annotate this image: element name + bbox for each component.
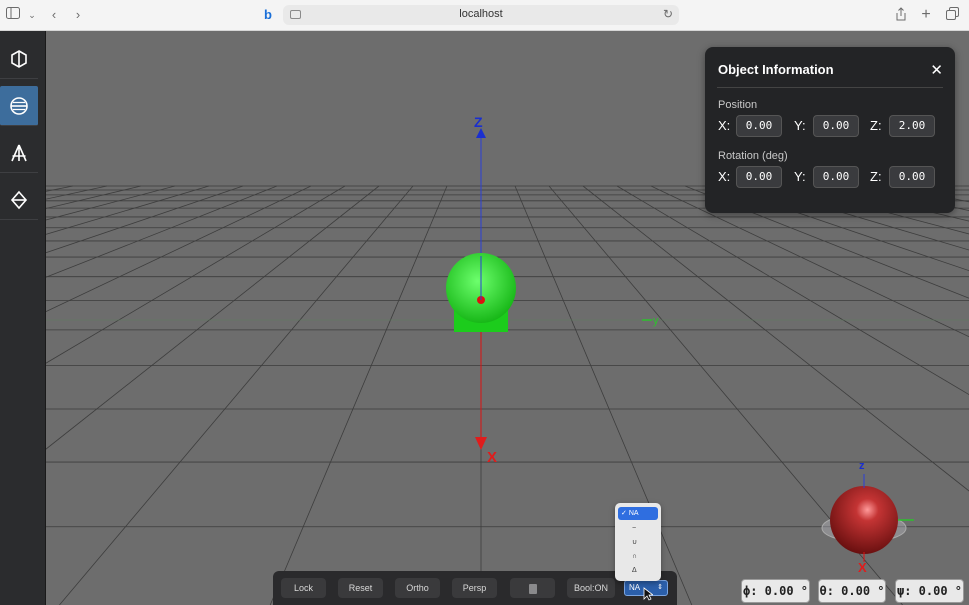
rotation-y-field[interactable]: 0.00 xyxy=(813,166,859,188)
add-cylinder-button[interactable] xyxy=(0,86,38,126)
position-y-label: Y: xyxy=(794,118,806,133)
bool-op-dropdown: ✓ NA − ∪ ∩ Δ xyxy=(615,503,661,581)
address-bar[interactable]: localhost ↻ xyxy=(283,5,679,25)
rotation-label: Rotation (deg) xyxy=(718,150,788,162)
orientation-gizmo xyxy=(821,474,914,562)
new-tab-icon[interactable]: + xyxy=(918,7,934,23)
add-octahedron-button[interactable] xyxy=(0,180,38,220)
reset-button[interactable]: Reset xyxy=(338,578,383,598)
updown-icon: ⇕ xyxy=(657,584,663,591)
rotation-x-label: X: xyxy=(718,169,731,184)
forward-icon[interactable]: › xyxy=(70,7,86,23)
bool-toggle-button[interactable]: Bool:ON xyxy=(567,578,615,598)
selected-object[interactable] xyxy=(446,253,516,332)
delete-button[interactable] xyxy=(510,578,555,598)
position-z-label: Z: xyxy=(870,118,882,133)
x-axis-label: X xyxy=(487,449,497,466)
y-axis-label: y xyxy=(653,315,659,327)
phi-readout: ϕ: 0.00 ° xyxy=(741,579,810,603)
chevron-down-icon[interactable]: ⌄ xyxy=(24,7,40,23)
rotation-x-field[interactable]: 0.00 xyxy=(736,166,782,188)
divider xyxy=(717,87,943,88)
check-icon: ✓ xyxy=(621,510,627,517)
persp-button[interactable]: Persp xyxy=(452,578,497,598)
cone-icon xyxy=(11,144,27,161)
option-label: NA xyxy=(628,510,639,517)
z-axis-label: Z xyxy=(474,114,483,130)
url-text: localhost xyxy=(459,8,503,20)
close-icon[interactable]: ✕ xyxy=(930,61,943,79)
shape-toolbar xyxy=(0,31,46,605)
add-cube-button[interactable] xyxy=(0,39,38,79)
ground-grid xyxy=(46,185,969,605)
gizmo-x-label: X xyxy=(858,560,867,575)
dropdown-option-difference[interactable]: Δ xyxy=(618,564,658,577)
share-icon[interactable] xyxy=(893,7,909,23)
position-x-field[interactable]: 0.00 xyxy=(736,115,782,137)
sidebar-toggle-icon[interactable] xyxy=(5,7,21,23)
cylinder-icon xyxy=(10,96,28,115)
dropdown-option-intersect[interactable]: ∩ xyxy=(618,550,658,563)
position-label: Position xyxy=(718,99,758,111)
rotation-y-label: Y: xyxy=(794,169,806,184)
object-info-panel: Object Information ✕ Position X: 0.00 Y:… xyxy=(705,47,955,213)
theta-readout: θ: 0.00 ° xyxy=(818,579,886,603)
lock-button[interactable]: Lock xyxy=(281,578,326,598)
bing-icon[interactable]: b xyxy=(260,7,276,23)
add-cone-button[interactable] xyxy=(0,133,38,173)
browser-toolbar: ⌄ ‹ › b localhost ↻ + xyxy=(0,0,969,31)
position-x-label: X: xyxy=(718,118,731,133)
bool-op-value: NA xyxy=(629,583,641,592)
dropdown-option-na[interactable]: ✓ NA xyxy=(618,507,658,520)
dropdown-option-subtract[interactable]: − xyxy=(618,522,658,535)
back-icon[interactable]: ‹ xyxy=(46,7,62,23)
rotation-z-label: Z: xyxy=(870,169,882,184)
position-z-field[interactable]: 2.00 xyxy=(889,115,935,137)
psi-readout: ψ: 0.00 ° xyxy=(895,579,964,603)
rotation-z-field[interactable]: 0.00 xyxy=(889,166,935,188)
ortho-button[interactable]: Ortho xyxy=(395,578,440,598)
mouse-cursor-icon xyxy=(643,587,653,601)
tabs-overview-icon[interactable] xyxy=(944,7,960,23)
cube-icon xyxy=(11,49,27,68)
dropdown-option-union[interactable]: ∪ xyxy=(618,536,658,549)
position-y-field[interactable]: 0.00 xyxy=(813,115,859,137)
trash-icon xyxy=(528,584,537,594)
gizmo-z-label: z xyxy=(859,460,865,472)
panel-title: Object Information xyxy=(718,62,834,77)
octahedron-icon xyxy=(10,190,28,209)
reload-icon[interactable]: ↻ xyxy=(663,7,673,21)
